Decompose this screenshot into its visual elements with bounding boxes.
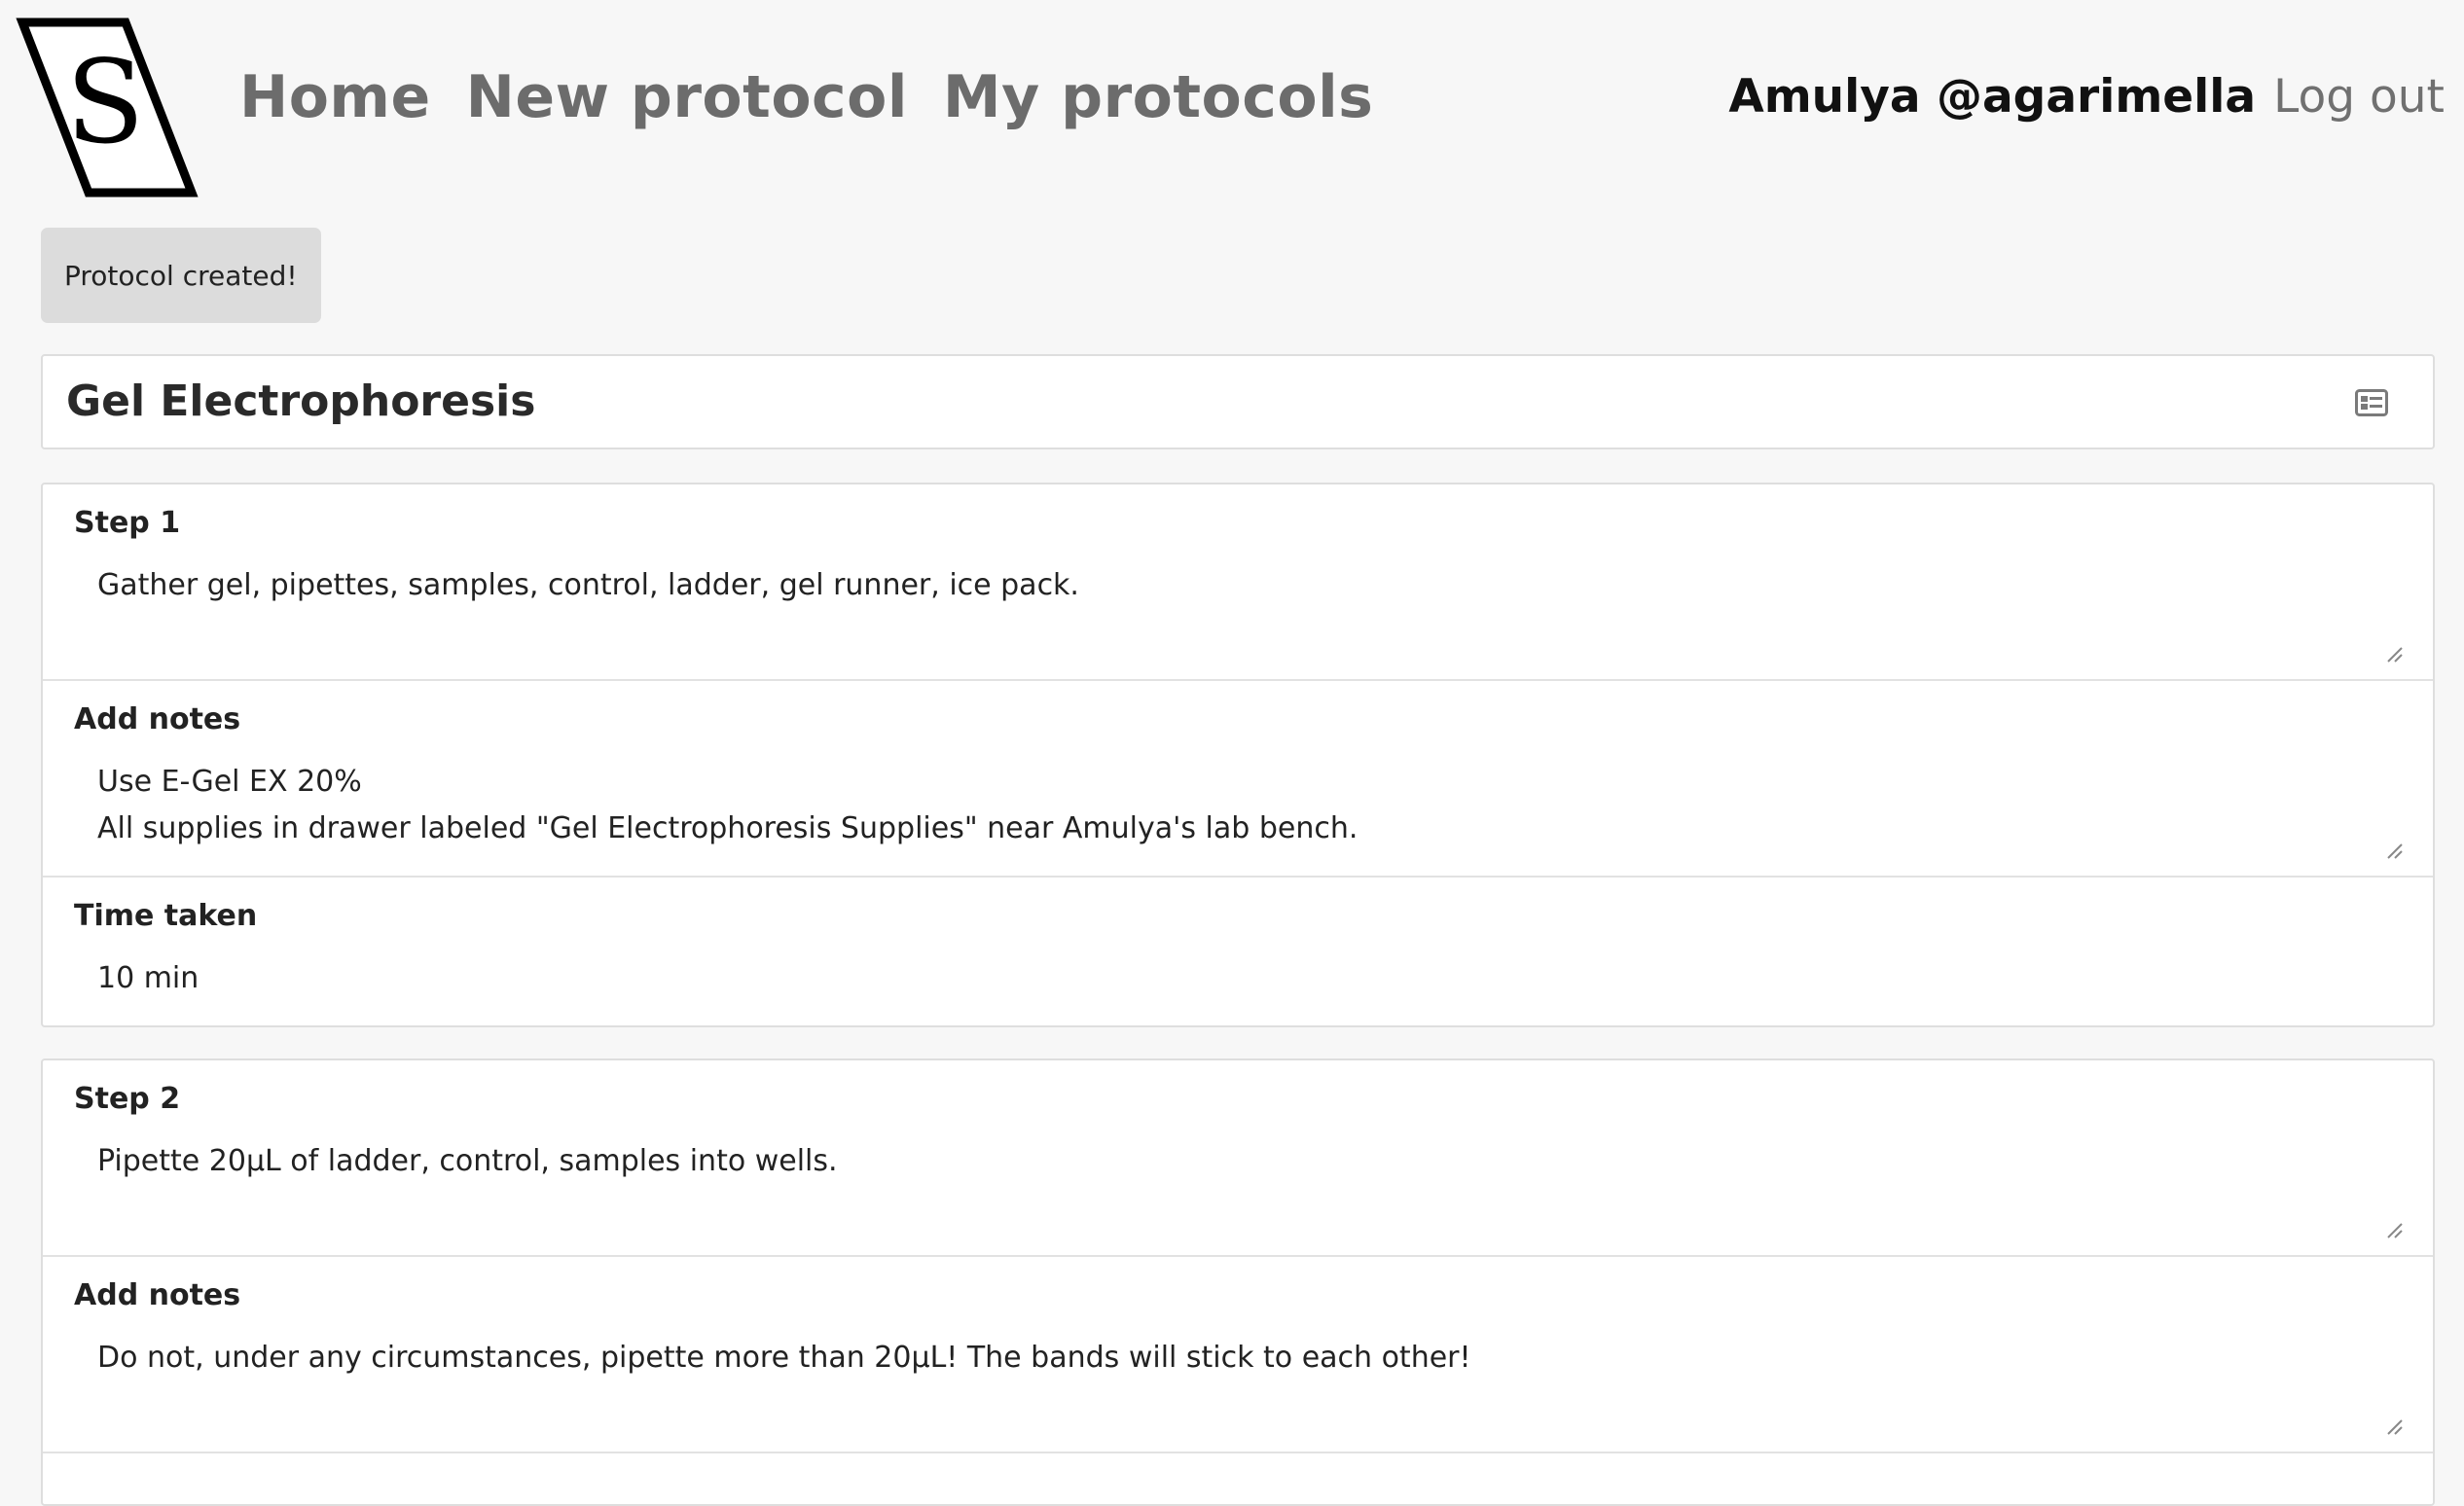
user-area: Amulya @agarimella Log out <box>1728 70 2445 124</box>
time-field: Time taken 10 min <box>43 878 2433 1025</box>
notes-field: Add notes Do not, under any circumstance… <box>43 1257 2433 1453</box>
step-text-area[interactable]: Pipette 20µL of ladder, control, samples… <box>97 1138 2374 1185</box>
flash-message: Protocol created! <box>41 228 321 323</box>
resize-handle-icon[interactable] <box>2386 646 2404 663</box>
resize-handle-icon[interactable] <box>2386 843 2404 860</box>
step-label: Step 1 <box>74 506 181 540</box>
main-nav: Home New protocol My protocols <box>239 60 1373 134</box>
nav-home-link[interactable]: Home <box>239 60 431 134</box>
time-label: Time taken <box>74 899 258 933</box>
time-input[interactable]: 10 min <box>97 955 2374 1002</box>
flash-message-text: Protocol created! <box>64 259 298 292</box>
logo-mark: S <box>16 18 199 197</box>
logo-letter: S <box>66 35 145 169</box>
step-field: Step 2 Pipette 20µL of ladder, control, … <box>43 1060 2433 1257</box>
nav-my-protocols-link[interactable]: My protocols <box>943 60 1373 134</box>
logout-link[interactable]: Log out <box>2273 70 2445 124</box>
step-label: Step 2 <box>74 1082 181 1116</box>
step-field: Step 1 Gather gel, pipettes, samples, co… <box>43 484 2433 681</box>
notes-label: Add notes <box>74 1278 241 1312</box>
resize-handle-icon[interactable] <box>2386 1222 2404 1239</box>
id-card-icon[interactable] <box>2355 389 2388 416</box>
notes-label: Add notes <box>74 702 241 736</box>
time-field <box>43 1453 2433 1504</box>
user-name: Amulya @agarimella <box>1728 70 2257 124</box>
logo[interactable]: S <box>14 18 199 198</box>
nav-new-protocol-link[interactable]: New protocol <box>466 60 908 134</box>
step-text-area[interactable]: Gather gel, pipettes, samples, control, … <box>97 562 2374 609</box>
protocol-title: Gel Electrophoresis <box>66 376 536 426</box>
step-card: Step 1 Gather gel, pipettes, samples, co… <box>41 483 2435 1027</box>
notes-text-area[interactable]: Use E-Gel EX 20% All supplies in drawer … <box>97 759 2374 852</box>
notes-text-area[interactable]: Do not, under any circumstances, pipette… <box>97 1335 2374 1381</box>
resize-handle-icon[interactable] <box>2386 1418 2404 1436</box>
protocol-title-card: Gel Electrophoresis <box>41 354 2435 449</box>
notes-field: Add notes Use E-Gel EX 20% All supplies … <box>43 681 2433 878</box>
step-card: Step 2 Pipette 20µL of ladder, control, … <box>41 1058 2435 1506</box>
